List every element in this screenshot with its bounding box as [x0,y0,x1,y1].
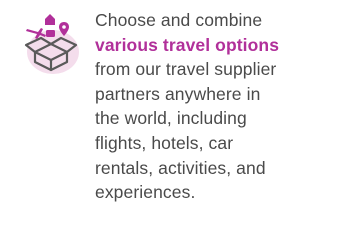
desc-line-8: experiences. [95,182,196,203]
description-text: Choose and combine various travel option… [95,8,331,205]
desc-line-6: flights, hotels, car [95,132,234,153]
desc-line-4: partners anywhere in [95,83,261,104]
desc-line-7: rentals, activities, and [95,157,266,178]
desc-line-3: from our travel supplier [95,59,277,80]
desc-line-5: the world, including [95,108,247,129]
desc-highlight: various travel options [95,34,280,55]
travel-options-card: Choose and combine various travel option… [0,0,337,249]
open-box-travel-icon [19,12,83,76]
desc-line-1: Choose and combine [95,10,263,30]
